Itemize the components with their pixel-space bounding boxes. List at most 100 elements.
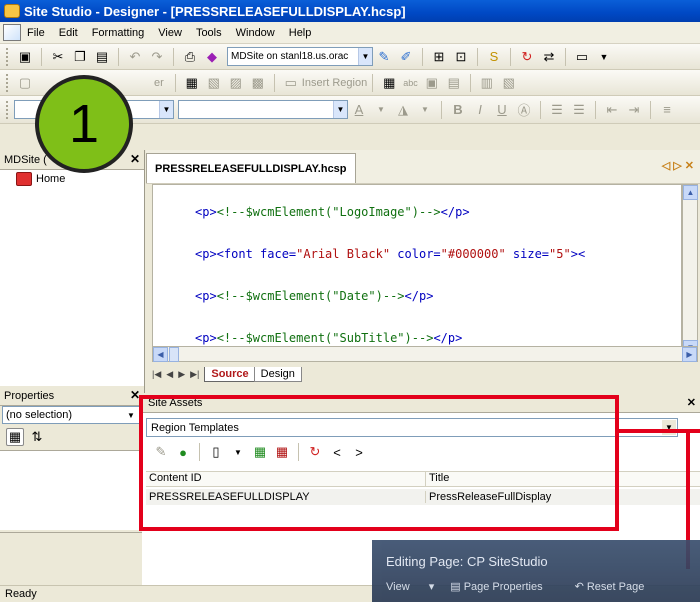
copy-icon[interactable]: ❐ <box>71 48 89 66</box>
scroll-left-icon[interactable]: ◀ <box>153 347 168 362</box>
new-asset-dropdown-icon[interactable]: ▼ <box>229 443 247 461</box>
categorized-icon[interactable]: ▦ <box>6 428 24 446</box>
prev-tab-icon[interactable]: ◀ <box>166 369 173 380</box>
menu-file[interactable]: File <box>27 27 45 39</box>
paste-icon[interactable]: ▤ <box>93 48 111 66</box>
cut-icon[interactable]: ✂ <box>49 48 67 66</box>
toolbar-grip[interactable] <box>6 100 9 119</box>
more-icon[interactable]: ▼ <box>595 48 613 66</box>
edit-fragment-icon[interactable]: ▧ <box>205 74 223 92</box>
alphabetical-icon[interactable]: ⇅ <box>28 428 46 446</box>
spellcheck-button[interactable]: abc <box>403 78 418 88</box>
bullet-list-icon[interactable]: ☰ <box>570 101 588 119</box>
highlight-dropdown-icon[interactable]: ▼ <box>416 101 434 119</box>
styles-icon[interactable]: Ⓐ <box>515 101 533 119</box>
horizontal-scrollbar[interactable]: ◀ ▶ <box>152 346 698 362</box>
element-icon[interactable]: ▢ <box>16 74 34 92</box>
font-color-icon[interactable]: A <box>350 101 368 119</box>
chevron-down-icon[interactable]: ▼ <box>358 48 372 65</box>
close-icon[interactable]: ✕ <box>130 388 140 402</box>
site-properties-icon[interactable]: ⊡ <box>452 48 470 66</box>
properties-grid[interactable] <box>0 450 145 530</box>
asset-type-select[interactable]: Region Templates ▼ <box>146 418 678 437</box>
add-asset-icon[interactable]: ▦ <box>251 443 269 461</box>
tab-controls[interactable]: ◁ ▷ ✕ <box>662 159 694 172</box>
highlight-icon[interactable]: ◮ <box>394 101 412 119</box>
link-icon[interactable]: ▥ <box>478 74 496 92</box>
next-tab-icon[interactable]: ▶ <box>178 369 185 380</box>
source-editor[interactable]: <p><!--$wcmElement("LogoImage")--></p> <… <box>152 184 682 356</box>
menu-tools[interactable]: Tools <box>196 27 222 39</box>
first-tab-icon[interactable]: |◀ <box>152 369 161 380</box>
document-tab[interactable]: PRESSRELEASEFULLDISPLAY.hcsp <box>146 153 356 183</box>
info-icon[interactable]: ● <box>174 443 192 461</box>
page-properties-button[interactable]: ▤ Page Properties <box>450 580 558 593</box>
view-menu-button[interactable]: View ▾ <box>386 580 434 593</box>
insert-region-button[interactable]: Insert Region <box>302 77 367 89</box>
menu-help[interactable]: Help <box>289 27 312 39</box>
scroll-thumb[interactable] <box>169 347 179 362</box>
fragment-props-icon[interactable]: ▨ <box>227 74 245 92</box>
tab-design[interactable]: Design <box>253 366 302 382</box>
reset-page-button[interactable]: ↶ Reset Page <box>575 580 661 593</box>
table-row[interactable]: PRESSRELEASEFULLDISPLAY PressReleaseFull… <box>146 489 700 505</box>
italic-icon[interactable]: I <box>471 101 489 119</box>
chevron-down-icon[interactable]: ▼ <box>124 408 138 422</box>
refresh-icon[interactable]: ↻ <box>518 48 536 66</box>
disconnect-icon[interactable]: ✐ <box>397 48 415 66</box>
next-icon[interactable]: > <box>350 443 368 461</box>
menu-view[interactable]: View <box>158 27 182 39</box>
indent-icon[interactable]: ⇥ <box>625 101 643 119</box>
font-color-dropdown-icon[interactable]: ▼ <box>372 101 390 119</box>
last-tab-icon[interactable]: ▶| <box>190 369 199 380</box>
server-select[interactable]: MDSite on stanl18.us.orac ▼ <box>227 47 373 66</box>
toolbar-grip[interactable] <box>6 73 9 92</box>
asset-icon[interactable]: S <box>485 48 503 66</box>
close-icon[interactable]: ✕ <box>130 152 140 166</box>
column-header-title[interactable]: Title <box>426 472 700 486</box>
window-icon[interactable]: ▭ <box>573 48 591 66</box>
tab-source[interactable]: Source <box>204 366 256 382</box>
underline-icon[interactable]: U <box>493 101 511 119</box>
align-icon[interactable]: ≡ <box>658 101 676 119</box>
numbered-list-icon[interactable]: ☰ <box>548 101 566 119</box>
print-icon[interactable]: ⎙ <box>181 48 199 66</box>
column-header-content-id[interactable]: Content ID <box>146 472 426 486</box>
redo-icon[interactable]: ↷ <box>148 48 166 66</box>
outdent-icon[interactable]: ⇤ <box>603 101 621 119</box>
save-icon[interactable]: ▣ <box>16 48 34 66</box>
chevron-down-icon[interactable]: ▼ <box>159 101 173 118</box>
fragment-delete-icon[interactable]: ▩ <box>249 74 267 92</box>
previous-icon[interactable]: < <box>328 443 346 461</box>
font-select[interactable]: ▼ <box>178 100 348 119</box>
document-icon[interactable] <box>3 24 21 41</box>
scroll-right-icon[interactable]: ▶ <box>682 347 697 362</box>
unlink-icon[interactable]: ▧ <box>500 74 518 92</box>
refresh-icon[interactable]: ↻ <box>306 443 324 461</box>
edit-asset-icon[interactable]: ✎ <box>152 443 170 461</box>
vertical-scrollbar[interactable]: ▲ ▼ <box>682 184 698 356</box>
fragment-icon[interactable]: ▦ <box>183 74 201 92</box>
toolbar-grip[interactable] <box>6 47 9 66</box>
scroll-up-icon[interactable]: ▲ <box>683 185 698 200</box>
site-hierarchy-icon[interactable]: ⊞ <box>430 48 448 66</box>
image-icon[interactable]: ▣ <box>423 74 441 92</box>
close-icon[interactable]: ✕ <box>687 396 696 409</box>
connect-icon[interactable]: ✎ <box>375 48 393 66</box>
bold-icon[interactable]: B <box>449 101 467 119</box>
menu-formatting[interactable]: Formatting <box>92 27 145 39</box>
new-asset-icon[interactable]: ▯ <box>207 443 225 461</box>
insert-region-icon[interactable]: ▭ <box>282 74 300 92</box>
table-icon[interactable]: ▤ <box>445 74 463 92</box>
menu-edit[interactable]: Edit <box>59 27 78 39</box>
region-icon[interactable]: ▦ <box>380 74 398 92</box>
properties-object-select[interactable]: (no selection) ▼ <box>2 406 140 424</box>
preview-icon[interactable]: ◆ <box>203 48 221 66</box>
sync-icon[interactable]: ⇄ <box>540 48 558 66</box>
chevron-down-icon[interactable]: ▼ <box>333 101 347 118</box>
menu-window[interactable]: Window <box>236 27 275 39</box>
tree-item-home[interactable]: Home <box>16 172 144 186</box>
undo-icon[interactable]: ↶ <box>126 48 144 66</box>
code-line: <p><font face="Arial Black" color="#0000… <box>195 247 586 261</box>
remove-asset-icon[interactable]: ▦ <box>273 443 291 461</box>
